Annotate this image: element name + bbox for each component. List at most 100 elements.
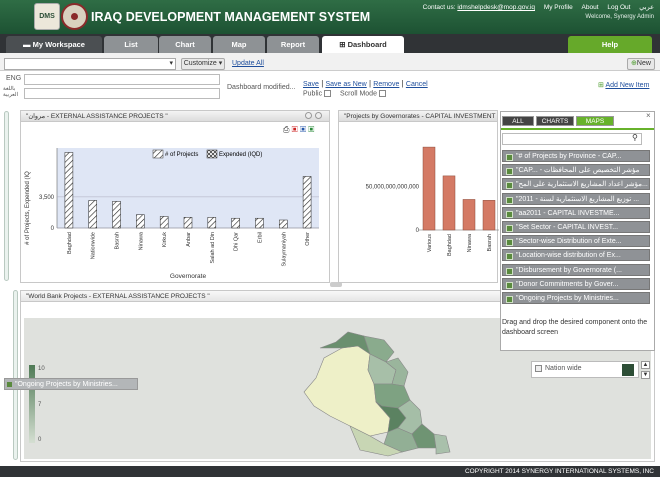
x-tick-label: Salah ad Din: [210, 232, 216, 264]
bar[interactable]: [279, 219, 288, 229]
customize-label: Customize: [183, 60, 217, 67]
save-link[interactable]: Save: [303, 81, 319, 88]
y-tick-label: 0: [416, 228, 420, 234]
bar[interactable]: [482, 200, 496, 231]
legend-swatch: [206, 149, 218, 159]
bar-chart-governorate: 0 3,500 Baghdad Nationwide Basrah Ninawa Kirku…: [25, 148, 319, 280]
panel-title: "مروان - EXTERNAL ASSISTANCE PROJECTS ": [21, 111, 329, 122]
component-item[interactable]: "Location-wise distribution of Ex...: [502, 249, 650, 262]
tab-my-workspace[interactable]: ▬ My Workspace: [6, 36, 102, 53]
component-item[interactable]: "Set Sector - CAPITAL INVEST...: [502, 221, 650, 233]
dragged-component[interactable]: "Ongoing Projects by Ministries...: [4, 378, 138, 390]
remove-link[interactable]: Remove: [373, 81, 399, 88]
bar[interactable]: [112, 201, 121, 229]
x-tick-label: Other: [305, 232, 311, 246]
update-all-link[interactable]: Update All: [232, 60, 264, 67]
x-tick-label: Sulaymaniyah: [281, 232, 287, 267]
component-item[interactable]: "aa2011 - CAPITAL INVESTME...: [502, 206, 650, 219]
bar[interactable]: [422, 146, 436, 231]
tab-underline: [501, 128, 654, 130]
x-tick-label: Baghdad: [67, 232, 73, 254]
tab-dashboard[interactable]: ⊞ Dashboard: [322, 36, 404, 53]
cancel-link[interactable]: Cancel: [406, 81, 428, 88]
component-item[interactable]: "2011 - توزيع المشاريع الاستثمارية لسنة …: [502, 192, 650, 205]
resize-handle-left-2[interactable]: [13, 290, 18, 460]
customize-button[interactable]: Customize ▾: [181, 58, 225, 70]
component-item[interactable]: "Ongoing Projects by Ministries...: [502, 292, 650, 304]
scroll-down-button[interactable]: ▼: [641, 371, 650, 379]
bar[interactable]: [231, 217, 240, 229]
tab-chart[interactable]: Chart: [159, 36, 211, 53]
panel-menu-icon[interactable]: [315, 112, 322, 119]
bar[interactable]: [64, 152, 74, 229]
tab-help[interactable]: Help: [568, 36, 652, 53]
scroll-up-button[interactable]: ▲: [641, 361, 650, 369]
add-new-item[interactable]: ⊞ Add New Item: [598, 81, 649, 89]
bar[interactable]: [183, 217, 193, 229]
logout-link[interactable]: Log Out: [607, 4, 630, 11]
component-item[interactable]: "Disbursement by Governorate (...: [502, 263, 650, 276]
x-tick-label: Basrah: [115, 232, 121, 249]
add-new-item-link[interactable]: Add New Item: [605, 82, 649, 89]
bar[interactable]: [462, 199, 476, 231]
public-checkbox[interactable]: [324, 90, 332, 97]
map-region-basrah[interactable]: [433, 433, 451, 455]
pdf-icon[interactable]: ▣: [292, 125, 298, 134]
new-label: New: [636, 60, 651, 67]
component-search-input[interactable]: [502, 133, 642, 145]
scroll-mode-checkbox[interactable]: [378, 90, 386, 97]
drag-hint: Drag and drop the desired component onto…: [502, 319, 648, 336]
resize-handle-left[interactable]: [4, 111, 9, 281]
word-icon[interactable]: ▣: [300, 125, 306, 134]
bar[interactable]: [207, 217, 217, 229]
about-link[interactable]: About: [582, 4, 599, 11]
name-eng-input[interactable]: [24, 74, 220, 85]
scroll-mode-option: Scroll Mode: [340, 90, 386, 97]
scroll-mode-label: Scroll Mode: [340, 90, 377, 98]
tab-report[interactable]: Report: [267, 36, 319, 53]
x-tick-label: Anbar: [186, 232, 192, 247]
new-button[interactable]: ⊕New: [627, 58, 655, 70]
arabic-link[interactable]: عربي: [639, 4, 654, 11]
y-tick-label: 3,500: [39, 195, 55, 201]
bar[interactable]: [442, 175, 456, 231]
name-ar-input[interactable]: [24, 88, 220, 99]
tab-all[interactable]: ALL: [502, 116, 534, 126]
bar[interactable]: [302, 176, 312, 229]
tab-maps[interactable]: MAPS: [576, 116, 614, 126]
bar[interactable]: [255, 217, 264, 229]
print-icon[interactable]: ⎙: [283, 125, 289, 134]
panel-title: "Projects by Governorates - CAPITAL INVE…: [339, 111, 497, 122]
panel-info-icon[interactable]: [305, 112, 312, 119]
x-tick-label: Dhi Qar: [234, 232, 240, 251]
bar[interactable]: [136, 214, 145, 229]
excel-icon[interactable]: ▣: [308, 125, 314, 134]
component-item[interactable]: "مؤشر اعداد المشاريع الاستثمارية على الم…: [502, 178, 650, 191]
nation-wide-label: Nation wide: [545, 365, 582, 372]
search-icon[interactable]: ⚲: [632, 133, 638, 142]
component-item[interactable]: "Sector-wise Distribution of Exte...: [502, 235, 650, 248]
bar[interactable]: [159, 216, 169, 229]
close-icon[interactable]: ×: [646, 111, 651, 120]
tab-label: Dashboard: [347, 40, 387, 49]
add-item-icon: ⊞: [598, 82, 604, 89]
save-as-new-link[interactable]: Save as New: [326, 81, 367, 88]
bar[interactable]: [88, 200, 97, 229]
component-icon: [7, 382, 12, 387]
legend-mid: 7: [38, 402, 42, 408]
contact-email-link[interactable]: idmshelpdesk@mop.gov.iq: [457, 4, 535, 11]
dashboard-select[interactable]: ▾: [4, 58, 176, 70]
legend-label: # of Projects: [165, 152, 198, 158]
x-tick-label: Erbil: [257, 232, 263, 243]
save-actions: Save | Save as New | Remove | Cancel: [303, 79, 428, 88]
contact-label: Contact us:: [422, 4, 456, 11]
component-item[interactable]: "Donor Commitments by Gover...: [502, 277, 650, 290]
tab-charts[interactable]: CHARTS: [536, 116, 574, 126]
tab-list[interactable]: List: [104, 36, 158, 53]
legend-max: 10: [38, 366, 45, 372]
component-item[interactable]: "CAP... - مؤشر التخصيص على المحافظات: [502, 164, 650, 177]
my-profile-link[interactable]: My Profile: [544, 4, 573, 11]
tab-map[interactable]: Map: [213, 36, 265, 53]
component-item[interactable]: "# of Projects by Province - CAP...: [502, 150, 650, 162]
y-tick-label: 0: [51, 226, 55, 232]
